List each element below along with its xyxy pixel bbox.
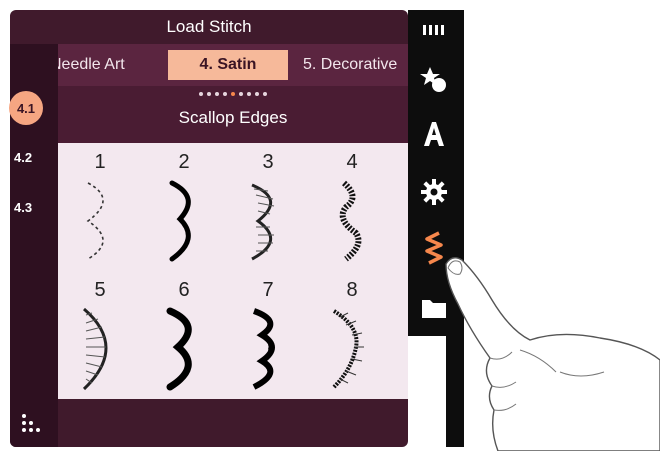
pointing-hand-illustration (445, 257, 660, 451)
